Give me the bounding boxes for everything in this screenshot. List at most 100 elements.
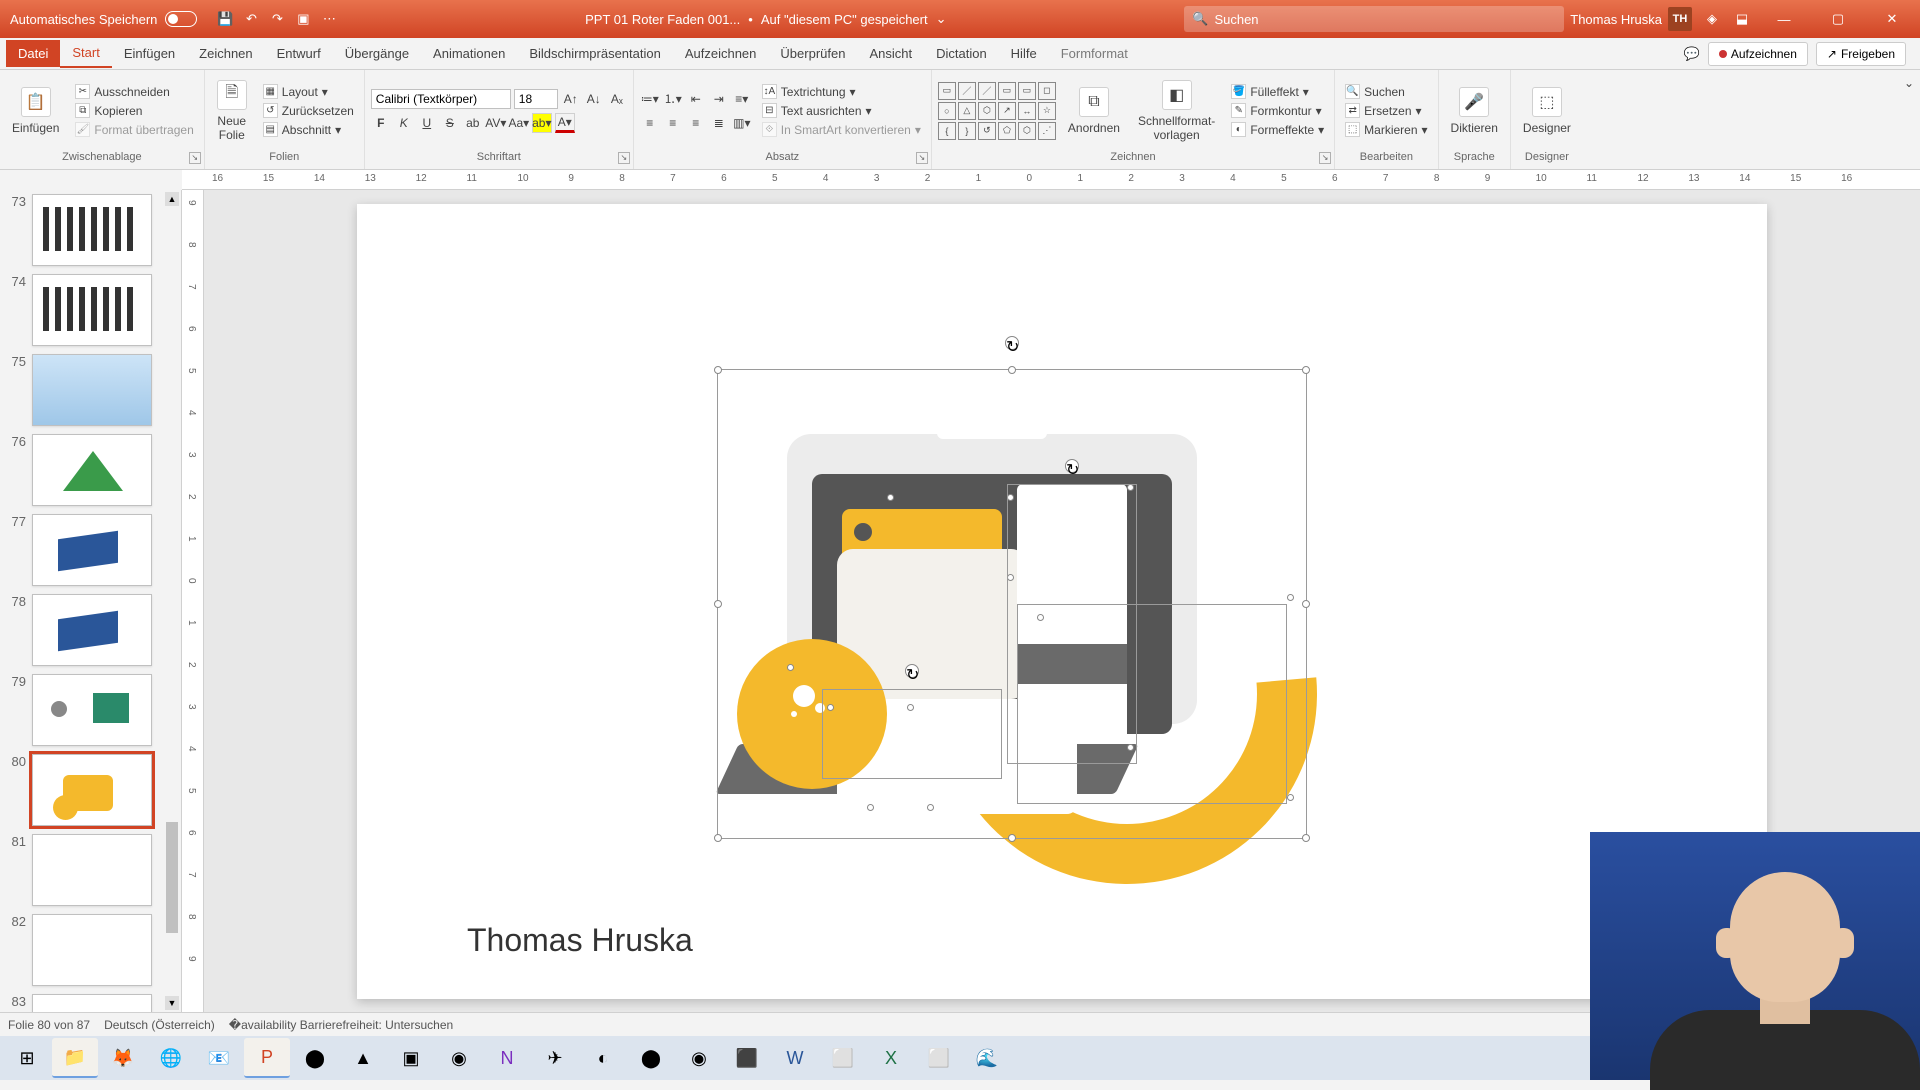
minimize-button[interactable]: —: [1762, 0, 1806, 38]
outlook-icon[interactable]: 📧: [196, 1038, 242, 1078]
search-input[interactable]: 🔍 Suchen: [1184, 6, 1564, 32]
decrease-font-icon[interactable]: A↓: [584, 89, 604, 109]
selected-graphic-group[interactable]: ↻: [727, 374, 1307, 834]
tab-shape-format[interactable]: Formformat: [1049, 40, 1140, 67]
launcher-icon[interactable]: ↘: [916, 152, 928, 164]
collapse-ribbon-icon[interactable]: ⌄: [1904, 76, 1914, 90]
word-icon[interactable]: W: [772, 1038, 818, 1078]
reset-button[interactable]: ↺Zurücksetzen: [259, 102, 358, 119]
inner-selection[interactable]: ↻: [1007, 484, 1137, 764]
section-button[interactable]: ▤Abschnitt ▾: [259, 121, 358, 138]
rotate-handle-icon[interactable]: ↻: [905, 664, 919, 678]
coming-soon-icon[interactable]: ◈: [1702, 9, 1722, 29]
explorer-icon[interactable]: 📁: [52, 1038, 98, 1078]
underline-button[interactable]: U: [417, 113, 437, 133]
text-direction-button[interactable]: ↕ATextrichtung ▾: [758, 83, 925, 100]
firefox-icon[interactable]: 🦊: [100, 1038, 146, 1078]
telegram-icon[interactable]: ✈: [532, 1038, 578, 1078]
redo-icon[interactable]: ↷: [267, 9, 287, 29]
start-button[interactable]: ⊞: [4, 1038, 50, 1078]
tab-start[interactable]: Start: [60, 39, 111, 68]
highlight-button[interactable]: ab▾: [532, 113, 552, 133]
edge-icon[interactable]: 🌊: [964, 1038, 1010, 1078]
user-account[interactable]: Thomas Hruska TH: [1570, 7, 1692, 31]
case-button[interactable]: Aa▾: [509, 113, 529, 133]
align-right-icon[interactable]: ≡: [686, 113, 706, 133]
onenote-icon[interactable]: N: [484, 1038, 530, 1078]
dictate-button[interactable]: 🎤Diktieren: [1445, 85, 1504, 137]
app-icon[interactable]: ◐: [580, 1038, 626, 1078]
slide-thumbnail-79[interactable]: 79: [6, 674, 175, 746]
decrease-indent-icon[interactable]: ⇤: [686, 89, 706, 109]
clear-format-icon[interactable]: Aₓ: [607, 89, 627, 109]
increase-font-icon[interactable]: A↑: [561, 89, 581, 109]
scrollbar-handle[interactable]: [166, 822, 178, 933]
increase-indent-icon[interactable]: ⇥: [709, 89, 729, 109]
arrange-button[interactable]: ⧉Anordnen: [1062, 85, 1126, 137]
slide-canvas[interactable]: ↻: [357, 204, 1767, 999]
smartart-button[interactable]: ⟐In SmartArt konvertieren ▾: [758, 121, 925, 138]
new-slide-button[interactable]: 🗎Neue Folie: [211, 78, 253, 144]
font-size-combo[interactable]: [514, 89, 558, 109]
slide-thumbnail-83[interactable]: 83: [6, 994, 175, 1012]
slide-thumbnail-78[interactable]: 78: [6, 594, 175, 666]
tab-help[interactable]: Hilfe: [999, 40, 1049, 67]
autosave-toggle[interactable]: Automatisches Speichern: [0, 11, 207, 27]
numbering-button[interactable]: ⒈▾: [663, 89, 683, 109]
tab-review[interactable]: Überprüfen: [768, 40, 857, 67]
tab-record[interactable]: Aufzeichnen: [673, 40, 769, 67]
thumbnail-scrollbar[interactable]: ▲ ▼: [165, 192, 179, 1010]
strike-button[interactable]: S: [440, 113, 460, 133]
justify-icon[interactable]: ≣: [709, 113, 729, 133]
shape-fill-button[interactable]: 🪣Fülleffekt ▾: [1227, 83, 1328, 100]
powerpoint-icon[interactable]: P: [244, 1038, 290, 1078]
italic-button[interactable]: K: [394, 113, 414, 133]
more-icon[interactable]: ⋯: [319, 9, 339, 29]
shape-outline-button[interactable]: ✎Formkontur ▾: [1227, 102, 1328, 119]
maximize-button[interactable]: ▢: [1816, 0, 1860, 38]
app-icon[interactable]: ▣: [388, 1038, 434, 1078]
columns-button[interactable]: ▥▾: [732, 113, 752, 133]
select-button[interactable]: ⬚Markieren ▾: [1341, 121, 1431, 138]
slide-thumbnail-77[interactable]: 77: [6, 514, 175, 586]
replace-button[interactable]: ⇄Ersetzen ▾: [1341, 102, 1431, 119]
scroll-down-icon[interactable]: ▼: [165, 996, 179, 1010]
inner-selection[interactable]: ↻: [822, 689, 1002, 779]
tab-view[interactable]: Ansicht: [857, 40, 924, 67]
quick-styles-button[interactable]: ◧Schnellformat- vorlagen: [1132, 78, 1221, 144]
find-button[interactable]: 🔍Suchen: [1341, 83, 1431, 100]
spacing-button[interactable]: AV▾: [486, 113, 506, 133]
undo-icon[interactable]: ↶: [241, 9, 261, 29]
slide-counter[interactable]: Folie 80 von 87: [8, 1018, 90, 1032]
tab-transitions[interactable]: Übergänge: [333, 40, 421, 67]
scroll-up-icon[interactable]: ▲: [165, 192, 179, 206]
shape-effects-button[interactable]: ◐Formeffekte ▾: [1227, 121, 1328, 138]
line-spacing-button[interactable]: ≡▾: [732, 89, 752, 109]
slide-thumbnail-73[interactable]: 73: [6, 194, 175, 266]
slide-thumbnail-75[interactable]: 75: [6, 354, 175, 426]
chrome-icon[interactable]: 🌐: [148, 1038, 194, 1078]
chevron-down-icon[interactable]: ⌄: [936, 11, 947, 27]
slide-thumbnail-82[interactable]: 82: [6, 914, 175, 986]
tab-draw[interactable]: Zeichnen: [187, 40, 264, 67]
font-color-button[interactable]: A▾: [555, 113, 575, 133]
app-icon[interactable]: ⬜: [820, 1038, 866, 1078]
record-button[interactable]: Aufzeichnen: [1708, 42, 1808, 66]
vlc-icon[interactable]: ▲: [340, 1038, 386, 1078]
accessibility-status[interactable]: �availability Barrierefreiheit: Untersuc…: [229, 1018, 453, 1032]
excel-icon[interactable]: X: [868, 1038, 914, 1078]
slide-thumbnail-74[interactable]: 74: [6, 274, 175, 346]
app-icon[interactable]: ◉: [676, 1038, 722, 1078]
bold-button[interactable]: F: [371, 113, 391, 133]
format-painter-button[interactable]: 🖌Format übertragen: [71, 121, 197, 138]
app-icon[interactable]: ⬜: [916, 1038, 962, 1078]
ribbon-mode-icon[interactable]: ⬓: [1732, 9, 1752, 29]
share-button[interactable]: ↗Freigeben: [1816, 42, 1906, 66]
align-text-button[interactable]: ⊟Text ausrichten ▾: [758, 102, 925, 119]
language-status[interactable]: Deutsch (Österreich): [104, 1018, 215, 1032]
rotate-handle-icon[interactable]: ↻: [1005, 336, 1019, 350]
slide-thumbnail-81[interactable]: 81: [6, 834, 175, 906]
close-button[interactable]: ✕: [1870, 0, 1914, 38]
save-icon[interactable]: 💾: [215, 9, 235, 29]
shadow-button[interactable]: ab: [463, 113, 483, 133]
